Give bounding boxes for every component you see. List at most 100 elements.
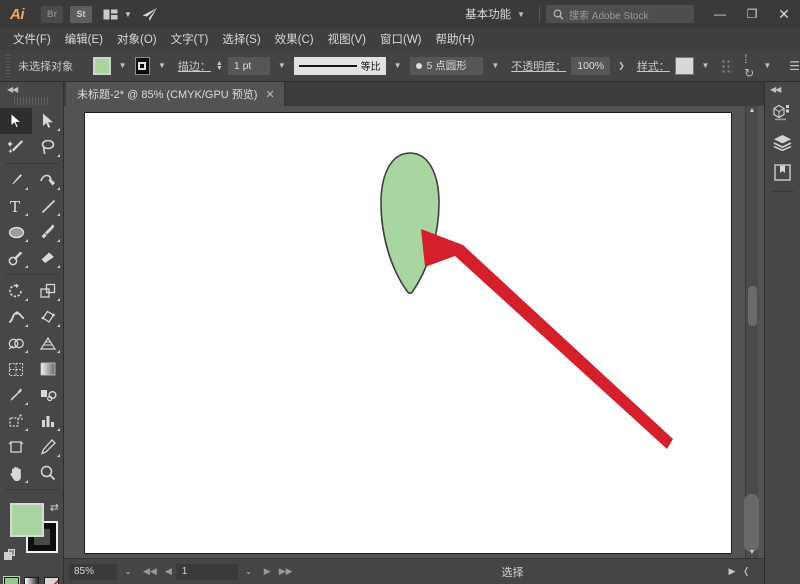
gradient-swatch[interactable] — [24, 577, 39, 584]
ellipse-tool[interactable] — [0, 219, 32, 245]
scale-tool[interactable] — [32, 278, 64, 304]
status-expand-icon[interactable]: ▶ — [729, 566, 736, 577]
next-artboard-button[interactable]: ▶ — [260, 566, 275, 577]
eraser-tool[interactable] — [32, 245, 64, 271]
shaper-tool[interactable] — [0, 245, 32, 271]
menu-file[interactable]: 文件(F) — [6, 29, 58, 49]
stroke-weight-label[interactable]: 描边： — [178, 58, 211, 74]
slice-tool[interactable] — [32, 434, 64, 460]
graphic-style-swatch[interactable] — [675, 57, 694, 75]
stroke-weight-input[interactable]: 1 pt — [228, 57, 270, 75]
bridge-icon[interactable]: Br — [41, 6, 63, 23]
properties-panel-icon[interactable] — [765, 97, 800, 127]
menu-type[interactable]: 文字(T) — [164, 29, 216, 49]
workspace-switcher[interactable]: 基本功能 ▼ — [457, 3, 533, 25]
document-tab-close-icon[interactable]: ✕ — [265, 88, 274, 101]
tools-drag-handle[interactable] — [14, 97, 49, 105]
zoom-chevron-down-icon[interactable]: ⌄ — [117, 567, 139, 576]
stroke-weight-chevron-down-icon[interactable]: ▼ — [275, 61, 289, 70]
menu-select[interactable]: 选择(S) — [215, 29, 267, 49]
menu-effect[interactable]: 效果(C) — [268, 29, 321, 49]
previous-artboard-button[interactable]: ◀ — [161, 566, 176, 577]
control-bar-grip[interactable] — [6, 55, 10, 77]
stroke-profile-chevron-down-icon[interactable]: ▼ — [391, 61, 405, 70]
scrollbar-thumb[interactable] — [748, 286, 757, 326]
stroke-profile-selector[interactable]: 等比 — [294, 57, 386, 75]
swap-fill-stroke-icon[interactable]: ⇄ — [50, 501, 59, 514]
transform-icon[interactable]: ⁞↻ — [744, 52, 755, 80]
tools-collapse-icon[interactable]: ◀◀ — [0, 82, 63, 97]
free-transform-tool[interactable] — [32, 304, 64, 330]
curvature-tool[interactable] — [32, 167, 64, 193]
style-chevron-down-icon[interactable]: ▼ — [699, 61, 713, 70]
align-grid-icon[interactable] — [721, 59, 733, 73]
panel-options-menu-icon[interactable]: ☰ — [789, 59, 800, 73]
last-artboard-button[interactable]: ▶▶ — [275, 566, 297, 577]
hand-tool[interactable] — [0, 460, 32, 486]
style-label[interactable]: 样式： — [637, 58, 670, 74]
column-graph-tool[interactable] — [32, 408, 64, 434]
status-collapse-icon[interactable]: ❬ — [742, 566, 750, 577]
libraries-panel-icon[interactable] — [765, 157, 800, 187]
fill-chevron-down-icon[interactable]: ▼ — [116, 61, 130, 70]
brush-chevron-down-icon[interactable]: ▼ — [488, 61, 502, 70]
blend-tool[interactable] — [32, 382, 64, 408]
artboard-tool[interactable] — [0, 434, 32, 460]
scroll-down-icon[interactable]: ▼ — [746, 549, 758, 556]
zoom-level-input[interactable]: 85% — [69, 564, 117, 580]
stroke-weight-stepper[interactable]: ▲▼ — [216, 61, 223, 71]
scroll-up-icon[interactable]: ▲ — [746, 106, 758, 114]
mesh-tool[interactable] — [0, 356, 32, 382]
floating-panel-edge[interactable] — [744, 494, 759, 552]
artboard-number-input[interactable]: 1 — [176, 564, 238, 580]
stock-icon[interactable]: St — [70, 6, 92, 23]
first-artboard-button[interactable]: ◀◀ — [139, 566, 161, 577]
perspective-grid-tool[interactable] — [32, 330, 64, 356]
stroke-color-swatch[interactable] — [135, 57, 150, 75]
brush-definition-selector[interactable]: 5 点圆形 — [410, 57, 484, 75]
color-swatch[interactable] — [4, 577, 19, 584]
opacity-input[interactable]: 100% — [571, 57, 610, 75]
close-button[interactable]: ✕ — [768, 0, 800, 28]
rotate-tool[interactable] — [0, 278, 32, 304]
fill-color-swatch[interactable] — [93, 57, 110, 75]
menu-view[interactable]: 视图(V) — [321, 29, 373, 49]
shape-builder-tool[interactable] — [0, 330, 32, 356]
pen-tool[interactable] — [0, 167, 32, 193]
eyedropper-tool[interactable] — [0, 382, 32, 408]
layers-panel-icon[interactable] — [765, 127, 800, 157]
none-swatch[interactable] — [44, 577, 59, 584]
magic-wand-tool[interactable] — [0, 134, 32, 160]
zoom-tool[interactable] — [32, 460, 64, 486]
send-paper-plane-icon[interactable] — [139, 6, 161, 23]
default-fill-stroke-icon[interactable] — [4, 549, 16, 561]
opacity-label[interactable]: 不透明度： — [511, 58, 566, 74]
opacity-expand-icon[interactable]: ❯ — [615, 61, 628, 70]
direct-selection-tool[interactable] — [32, 108, 64, 134]
status-text[interactable]: 选择 — [297, 564, 729, 580]
arrange-chevron-down-icon[interactable]: ▼ — [124, 10, 132, 19]
width-tool[interactable] — [0, 304, 32, 330]
lasso-tool[interactable] — [32, 134, 64, 160]
selection-tool[interactable] — [0, 108, 32, 134]
canvas-area[interactable] — [64, 106, 764, 558]
artboard[interactable] — [84, 112, 732, 554]
line-segment-tool[interactable] — [32, 193, 64, 219]
type-tool[interactable]: T — [0, 193, 32, 219]
menu-object[interactable]: 对象(O) — [110, 29, 164, 49]
toolbar-fill-swatch[interactable] — [10, 503, 44, 537]
maximize-button[interactable]: ❐ — [736, 0, 768, 28]
right-dock-collapse-icon[interactable]: ◀◀ — [765, 82, 800, 97]
menu-help[interactable]: 帮助(H) — [429, 29, 482, 49]
gradient-tool[interactable] — [32, 356, 64, 382]
stock-search-input[interactable]: 搜索 Adobe Stock — [546, 5, 694, 23]
menu-window[interactable]: 窗口(W) — [373, 29, 429, 49]
paintbrush-tool[interactable] — [32, 219, 64, 245]
canvas-vertical-scrollbar[interactable]: ▲ ▼ — [745, 106, 758, 558]
artboard-chevron-down-icon[interactable]: ⌄ — [238, 567, 260, 576]
minimize-button[interactable]: — — [704, 0, 736, 28]
menu-edit[interactable]: 编辑(E) — [58, 29, 110, 49]
document-tab[interactable]: 未标题-2* @ 85% (CMYK/GPU 预览) ✕ — [66, 82, 285, 106]
arrange-documents-icon[interactable] — [99, 6, 121, 23]
transform-chevron-down-icon[interactable]: ▼ — [760, 61, 774, 70]
